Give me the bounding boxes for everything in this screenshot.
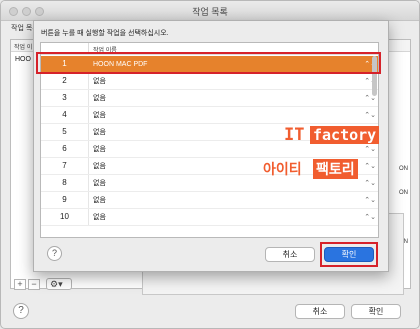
list-row[interactable]: 4 없음 ⌃⌄ bbox=[41, 107, 378, 124]
select-value: 없음 bbox=[93, 197, 106, 204]
select-value: 없음 bbox=[93, 214, 106, 221]
action-select[interactable]: 없음 ⌃⌄ bbox=[93, 109, 378, 122]
korean-watermark: 아이티 팩토리 bbox=[263, 159, 385, 183]
action-select[interactable]: 없음 ⌃⌄ bbox=[93, 194, 378, 207]
watermark-korean-a: 아이티 bbox=[263, 161, 302, 177]
select-value: 없음 bbox=[93, 180, 106, 187]
stepper-arrows-icon: ⌃⌄ bbox=[364, 214, 376, 221]
select-action-sheet: 버튼을 누를 때 실행할 작업을 선택하십시오. 작업 이름 1 HOON MA… bbox=[33, 20, 389, 272]
row-number: 3 bbox=[41, 90, 89, 106]
add-job-button[interactable]: + bbox=[14, 279, 26, 290]
background-table-cell[interactable]: HOO bbox=[15, 56, 31, 63]
select-value: 없음 bbox=[93, 78, 106, 85]
help-button[interactable]: ? bbox=[13, 303, 29, 319]
select-value: 없음 bbox=[93, 146, 106, 153]
row-number: 9 bbox=[41, 192, 89, 208]
background-right-text: ON bbox=[399, 166, 408, 172]
stepper-arrows-icon: ⌃⌄ bbox=[364, 112, 376, 119]
select-value: 없음 bbox=[93, 129, 106, 136]
select-value: 없음 bbox=[93, 163, 106, 170]
list-row[interactable]: 3 없음 ⌃⌄ bbox=[41, 90, 378, 107]
highlight-box-selected-row bbox=[36, 52, 381, 74]
watermark-factory-text: factory bbox=[310, 126, 380, 144]
select-value: 없음 bbox=[93, 112, 106, 119]
action-select[interactable]: 없음⌃⌄ bbox=[93, 75, 378, 88]
select-value: 없음 bbox=[93, 95, 106, 102]
sheet-help-button[interactable]: ? bbox=[47, 246, 62, 261]
row-number: 10 bbox=[41, 209, 89, 225]
title-bar: 작업 목록 bbox=[1, 1, 419, 21]
stepper-arrows-icon: ⌃⌄ bbox=[364, 197, 376, 204]
row-number: 6 bbox=[41, 141, 89, 157]
gear-menu-button[interactable]: ⚙▾ bbox=[46, 278, 72, 290]
background-right-text: ON bbox=[399, 190, 408, 196]
action-select[interactable]: 없음⌃⌄ bbox=[93, 92, 378, 105]
list-row[interactable]: 10 없음 ⌃⌄ bbox=[41, 209, 378, 226]
window-ok-button[interactable]: 확인 bbox=[351, 304, 401, 319]
watermark-korean-b: 팩토리 bbox=[313, 159, 358, 179]
gear-icon: ⚙▾ bbox=[50, 279, 63, 289]
row-number: 2 bbox=[41, 73, 89, 89]
window-title: 작업 목록 bbox=[192, 7, 228, 17]
row-number: 4 bbox=[41, 107, 89, 123]
sheet-cancel-button[interactable]: 취소 bbox=[265, 247, 315, 262]
list-row[interactable]: 2 없음 ⌃⌄ bbox=[41, 73, 378, 90]
list-row[interactable]: 9 없음 ⌃⌄ bbox=[41, 192, 378, 209]
row-number: 5 bbox=[41, 124, 89, 140]
background-column-header: 작업 이 bbox=[14, 45, 33, 51]
row-number: 8 bbox=[41, 175, 89, 191]
row-number: 7 bbox=[41, 158, 89, 174]
watermark-it-text: IT bbox=[284, 125, 305, 145]
remove-job-button[interactable]: − bbox=[28, 279, 40, 290]
instruction-text: 버튼을 누를 때 실행할 작업을 선택하십시오. bbox=[41, 30, 169, 37]
highlight-box-ok-button bbox=[320, 242, 378, 267]
window-cancel-button[interactable]: 취소 bbox=[295, 304, 345, 319]
action-select[interactable]: 없음 ⌃⌄ bbox=[93, 211, 378, 224]
it-factory-watermark: IT factory bbox=[284, 125, 380, 149]
